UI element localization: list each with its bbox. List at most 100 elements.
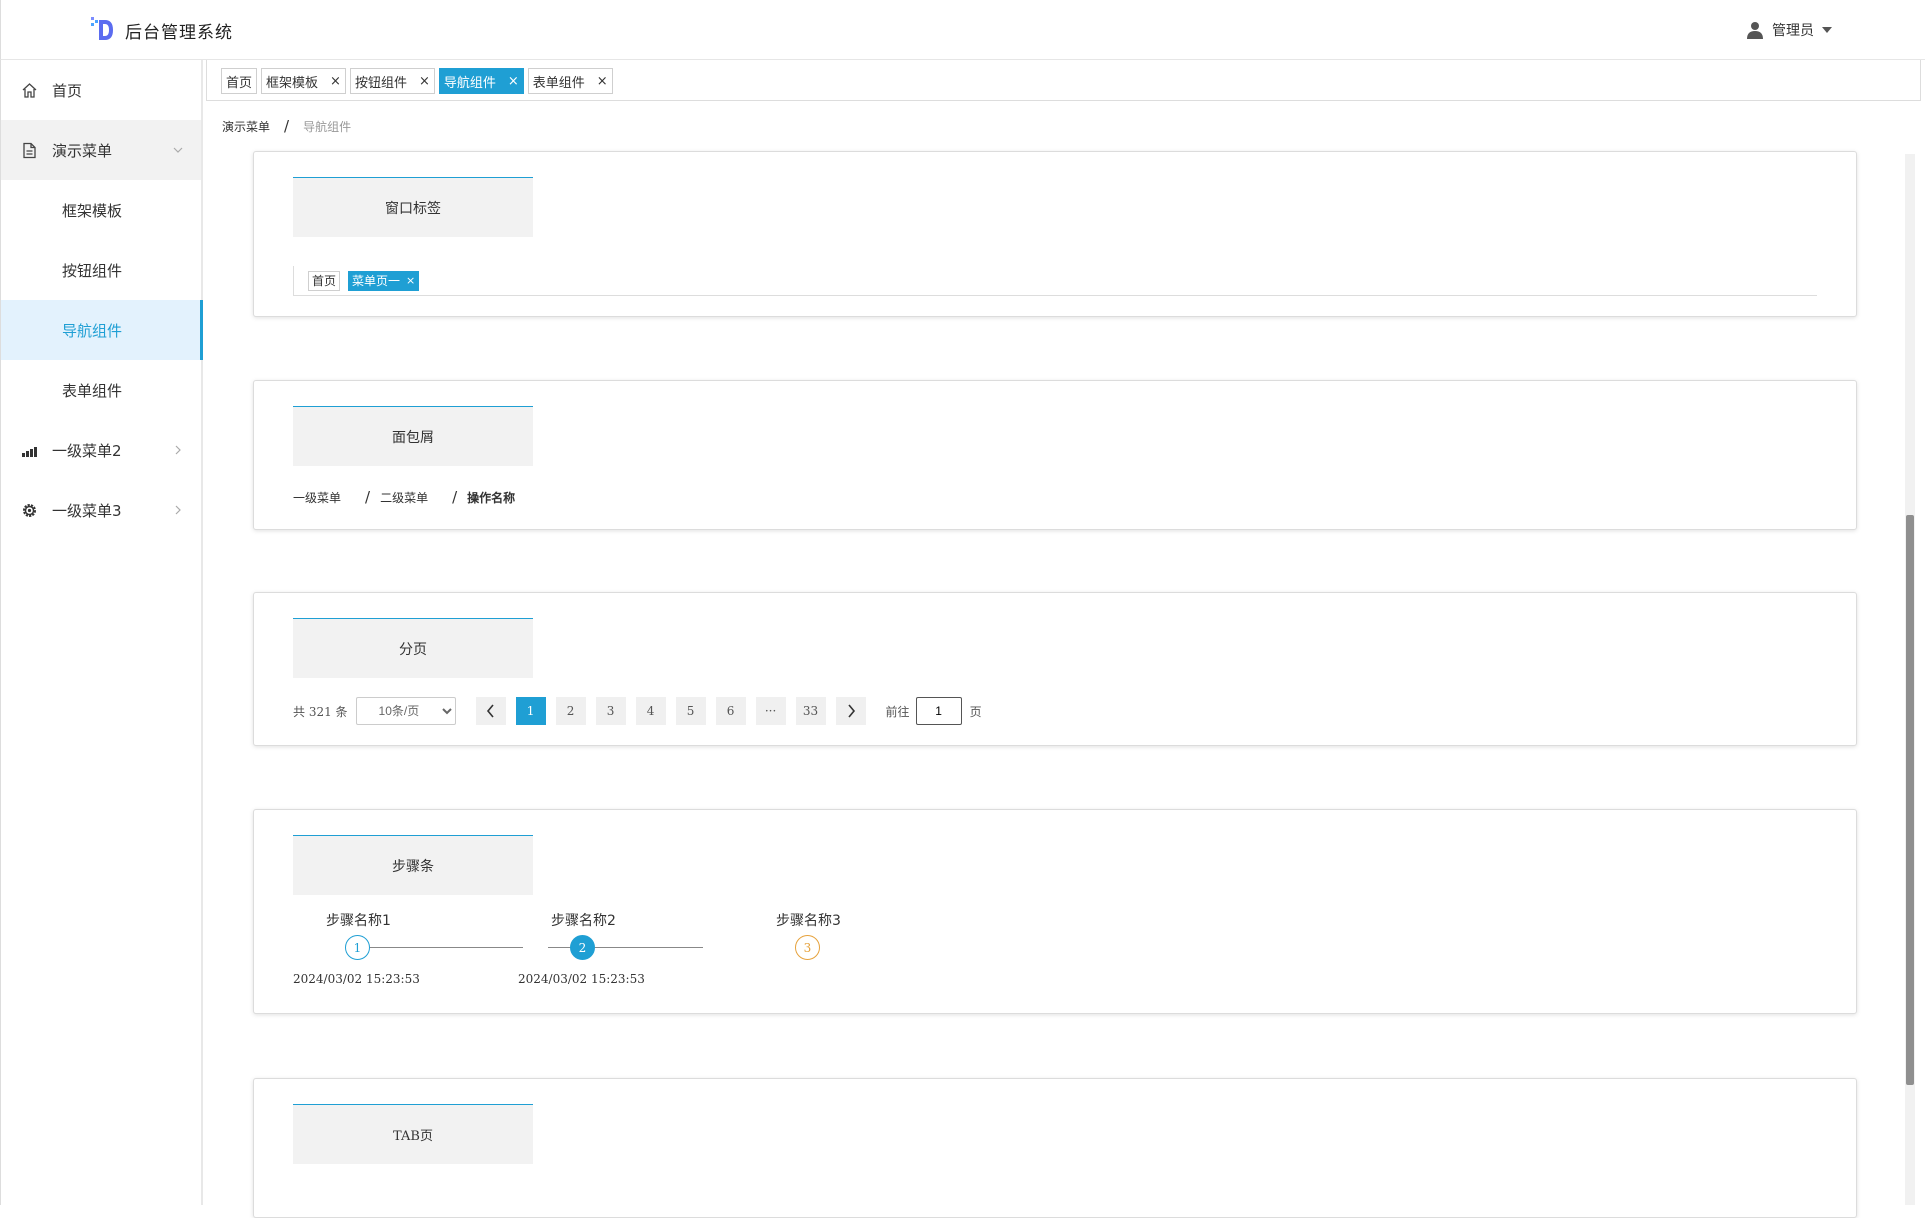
- pagination-total: 共 321 条: [293, 704, 348, 719]
- demo-breadcrumb: 一级菜单 / 二级菜单 / 操作名称: [293, 488, 515, 506]
- step-dot: 1: [345, 935, 370, 960]
- goto-suffix: 页: [969, 704, 982, 719]
- prev-page-button[interactable]: [475, 697, 506, 725]
- sidebar-item-button-components[interactable]: 按钮组件: [1, 240, 201, 300]
- chevron-left-icon: [486, 704, 494, 718]
- sidebar-item-nav-components[interactable]: 导航组件: [1, 300, 203, 360]
- step-connector: [368, 947, 523, 948]
- gear-icon: [23, 504, 36, 517]
- breadcrumb-current: 操作名称: [467, 490, 516, 505]
- sidebar-item-label: 首页: [52, 81, 83, 100]
- sidebar-item-label: 演示菜单: [52, 141, 113, 160]
- tag-label: 首页: [312, 274, 337, 288]
- close-icon[interactable]: ×: [508, 74, 519, 89]
- breadcrumb: 演示菜单 / 导航组件: [222, 117, 351, 135]
- page-button[interactable]: 2: [555, 697, 586, 725]
- sidebar-item-frame-template[interactable]: 框架模板: [1, 180, 201, 240]
- chevron-right-icon: [175, 505, 181, 515]
- card-title: 步骤条: [293, 835, 533, 895]
- close-icon[interactable]: ×: [330, 74, 341, 89]
- breadcrumb-item[interactable]: 一级菜单: [293, 489, 341, 506]
- demo-tag-home[interactable]: 首页: [308, 270, 341, 291]
- user-name: 管理员: [1772, 23, 1814, 39]
- step-name: 步骤名称3: [776, 913, 841, 929]
- breadcrumb-separator: /: [284, 117, 290, 135]
- tab-label: 首页: [226, 75, 253, 91]
- sidebar: 首页 演示菜单 框架模板 按钮组件 导航组件 表单组件 一级菜单2 一级菜单3: [0, 60, 203, 1205]
- sidebar-item-label: 框架模板: [62, 201, 123, 220]
- steps: 步骤名称1 步骤名称2 步骤名称3 1 2 3 2024/03/02 15:23…: [254, 910, 854, 1000]
- tag-label: 菜单页一: [352, 274, 401, 288]
- card-title: 窗口标签: [293, 177, 533, 237]
- close-icon[interactable]: ×: [419, 74, 430, 89]
- user-icon: [1747, 22, 1763, 39]
- card-pagination: 分页 共 321 条 10条/页 1 2 3 4 5 6 ··· 33 前往 页: [253, 592, 1857, 746]
- step-name: 步骤名称2: [551, 913, 616, 929]
- demo-tag-bar: 首页 菜单页一 ×: [293, 266, 1817, 296]
- goto-page-input[interactable]: [915, 697, 962, 725]
- sidebar-item-menu-3[interactable]: 一级菜单3: [1, 480, 201, 540]
- card-steps: 步骤条 步骤名称1 步骤名称2 步骤名称3 1 2 3 2024/03/02 1…: [253, 809, 1857, 1014]
- app-title: 后台管理系统: [125, 23, 233, 43]
- page-button[interactable]: 3: [595, 697, 626, 725]
- logo-icon: [91, 17, 113, 40]
- tab-home[interactable]: 首页: [221, 68, 258, 94]
- next-page-button[interactable]: [835, 697, 866, 725]
- bar-chart-icon: [22, 447, 37, 457]
- goto-prefix: 前往: [885, 704, 910, 719]
- sidebar-item-label: 表单组件: [62, 381, 123, 400]
- user-menu[interactable]: 管理员: [1746, 20, 1832, 40]
- page-button[interactable]: 1: [515, 697, 546, 725]
- sidebar-item-label: 一级菜单3: [52, 501, 122, 520]
- more-pages-button[interactable]: ···: [755, 697, 786, 725]
- breadcrumb-separator: /: [452, 488, 458, 506]
- pagination: 共 321 条 10条/页 1 2 3 4 5 6 ··· 33 前往 页: [293, 697, 982, 725]
- chevron-right-icon: [175, 445, 181, 455]
- chevron-down-icon: [173, 147, 183, 153]
- step-time: 2024/03/02 15:23:53: [518, 972, 645, 986]
- document-icon: [23, 142, 36, 159]
- tab-nav-components[interactable]: 导航组件 ×: [438, 68, 524, 94]
- step-name: 步骤名称1: [326, 913, 391, 929]
- caret-down-icon: [1822, 27, 1832, 33]
- tab-label: 按钮组件: [354, 75, 407, 91]
- card-breadcrumb: 面包屑 一级菜单 / 二级菜单 / 操作名称: [253, 380, 1857, 530]
- window-tab-bar: 首页 框架模板 × 按钮组件 × 导航组件 × 表单组件 ×: [206, 60, 1921, 101]
- page-size-select[interactable]: 10条/页: [355, 697, 456, 725]
- scrollbar-thumb[interactable]: [1906, 515, 1914, 1085]
- card-title: TAB页: [293, 1104, 533, 1164]
- close-icon[interactable]: ×: [406, 274, 415, 287]
- tab-button-components[interactable]: 按钮组件 ×: [349, 68, 435, 94]
- breadcrumb-item[interactable]: 演示菜单: [222, 118, 270, 135]
- home-icon: [22, 83, 37, 98]
- card-title: 分页: [293, 618, 533, 678]
- top-header: 后台管理系统 管理员: [0, 0, 1925, 60]
- sidebar-item-label: 导航组件: [62, 321, 123, 340]
- page-button[interactable]: 33: [795, 697, 826, 725]
- step-dot: 2: [570, 935, 595, 960]
- card-window-tags: 窗口标签 首页 菜单页一 ×: [253, 151, 1857, 317]
- sidebar-item-demo-menu[interactable]: 演示菜单: [1, 120, 201, 180]
- card-tabs: TAB页: [253, 1078, 1857, 1218]
- sidebar-item-label: 一级菜单2: [52, 441, 122, 460]
- demo-tag-menu-page-1[interactable]: 菜单页一 ×: [348, 270, 420, 291]
- sidebar-item-home[interactable]: 首页: [1, 60, 201, 120]
- breadcrumb-item[interactable]: 二级菜单: [380, 489, 428, 506]
- step-dot: 3: [795, 935, 820, 960]
- breadcrumb-current: 导航组件: [303, 119, 352, 134]
- sidebar-item-form-components[interactable]: 表单组件: [1, 360, 201, 420]
- tab-label: 导航组件: [443, 75, 496, 91]
- page-button[interactable]: 4: [635, 697, 666, 725]
- sidebar-item-label: 按钮组件: [62, 261, 123, 280]
- breadcrumb-separator: /: [365, 488, 371, 506]
- tab-label: 框架模板: [266, 75, 319, 91]
- page-button[interactable]: 6: [715, 697, 746, 725]
- tab-label: 表单组件: [532, 75, 585, 91]
- sidebar-item-menu-2[interactable]: 一级菜单2: [1, 420, 201, 480]
- chevron-right-icon: [847, 704, 855, 718]
- close-icon[interactable]: ×: [597, 74, 608, 89]
- tab-frame-template[interactable]: 框架模板 ×: [261, 68, 346, 94]
- tab-form-components[interactable]: 表单组件 ×: [527, 68, 613, 94]
- card-title: 面包屑: [293, 406, 533, 466]
- page-button[interactable]: 5: [675, 697, 706, 725]
